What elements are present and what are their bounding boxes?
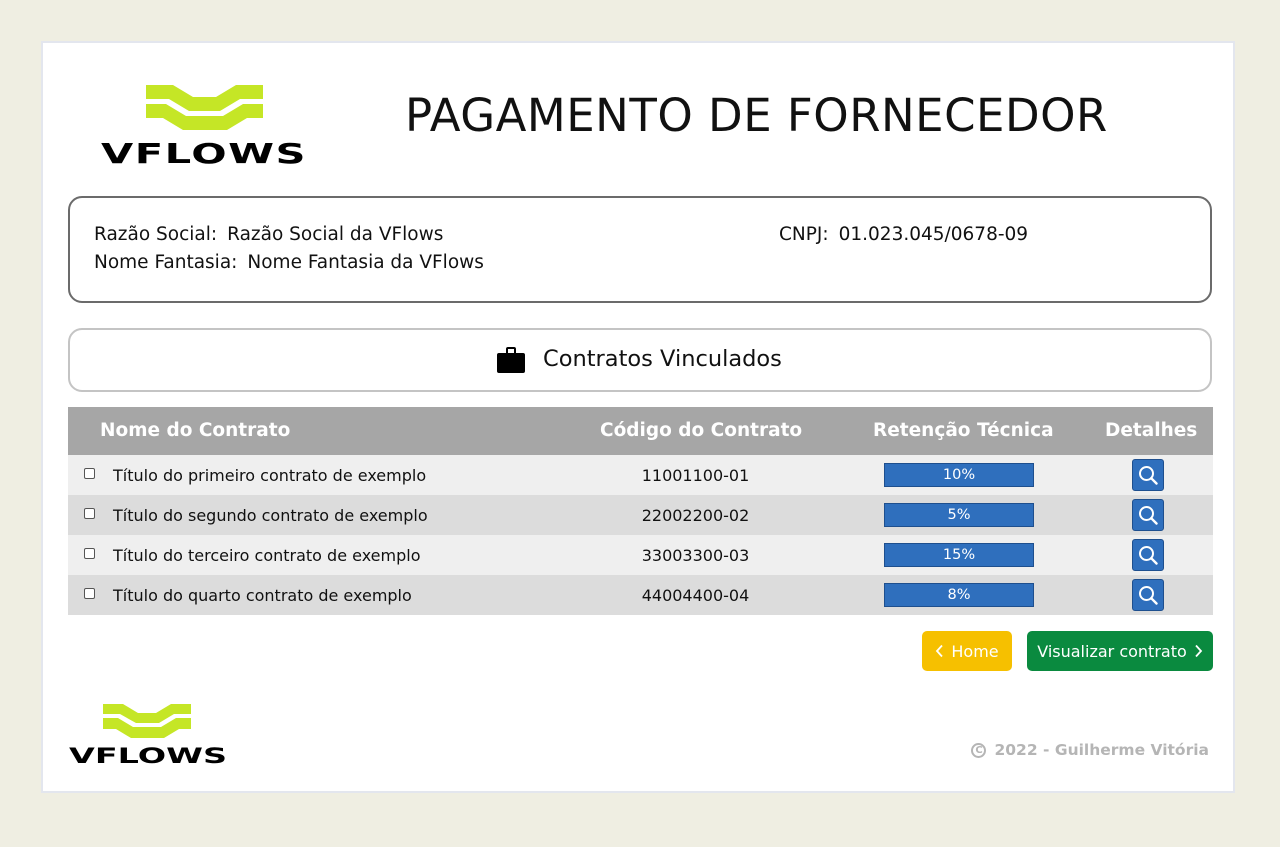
contract-code: 11001100-01 (641, 466, 750, 485)
briefcase-icon (497, 347, 525, 373)
page-title: PAGAMENTO DE FORNECEDOR (405, 89, 1108, 142)
row-checkbox[interactable] (84, 548, 95, 559)
vflows-footer-logo-text: VFLOWS (69, 744, 227, 766)
retention-bar: 8% (884, 583, 1034, 607)
table-row: Título do terceiro contrato de exemplo 3… (68, 535, 1213, 575)
nome-fantasia-field: Nome Fantasia: Nome Fantasia da VFlows (94, 252, 484, 273)
razao-social-label: Razão Social: (94, 224, 218, 245)
contracts-table: Nome do Contrato Código do Contrato Rete… (68, 407, 1213, 615)
details-button[interactable] (1132, 459, 1164, 491)
contract-code: 33003300-03 (641, 546, 750, 565)
visualizar-contrato-button[interactable]: Visualizar contrato (1027, 631, 1213, 671)
retention-bar: 10% (884, 463, 1034, 487)
copyright-text: 2022 - Guilherme Vitória (994, 741, 1209, 759)
copyright: C 2022 - Guilherme Vitória (971, 741, 1209, 759)
table-row: Título do segundo contrato de exemplo 22… (68, 495, 1213, 535)
row-checkbox[interactable] (84, 588, 95, 599)
table-row: Título do quarto contrato de exemplo 440… (68, 575, 1213, 615)
contract-name: Título do segundo contrato de exemplo (113, 506, 428, 525)
razao-social-value: Razão Social da VFlows (227, 224, 444, 245)
copyright-icon: C (971, 742, 987, 758)
search-icon (1139, 546, 1158, 565)
section-title: Contratos Vinculados (543, 346, 782, 372)
vflows-logo-text: VFLOWS (101, 137, 307, 167)
main-card: VFLOWS PAGAMENTO DE FORNECEDOR Razão Soc… (41, 41, 1235, 793)
retention-bar: 15% (884, 543, 1034, 567)
contract-code: 22002200-02 (641, 506, 750, 525)
contract-name: Título do primeiro contrato de exemplo (113, 466, 427, 485)
search-icon (1139, 466, 1158, 485)
cnpj-field: CNPJ: 01.023.045/0678-09 (779, 224, 1028, 245)
contract-name: Título do terceiro contrato de exemplo (113, 546, 421, 565)
column-header-detalhes: Detalhes (1105, 420, 1198, 441)
visualizar-button-label: Visualizar contrato (1037, 641, 1187, 661)
details-button[interactable] (1132, 499, 1164, 531)
contract-code: 44004400-04 (641, 586, 750, 605)
table-header: Nome do Contrato Código do Contrato Rete… (68, 407, 1213, 455)
vflows-footer-logo: VFLOWS (69, 704, 227, 766)
column-header-retencao: Retenção Técnica (873, 420, 1054, 441)
table-row: Título do primeiro contrato de exemplo 1… (68, 455, 1213, 495)
cnpj-value: 01.023.045/0678-09 (838, 224, 1029, 245)
nome-fantasia-label: Nome Fantasia: (94, 252, 238, 273)
razao-social-field: Razão Social: Razão Social da VFlows (94, 224, 443, 245)
row-checkbox[interactable] (84, 508, 95, 519)
cnpj-label: CNPJ: (779, 224, 829, 245)
home-button[interactable]: Home (922, 631, 1012, 671)
chevron-right-icon (1195, 644, 1202, 658)
column-header-codigo: Código do Contrato (600, 420, 803, 441)
column-header-nome: Nome do Contrato (100, 420, 291, 441)
search-icon (1139, 506, 1158, 525)
chevron-left-icon (936, 644, 944, 658)
contract-name: Título do quarto contrato de exemplo (113, 586, 412, 605)
details-button[interactable] (1132, 579, 1164, 611)
details-button[interactable] (1132, 539, 1164, 571)
nome-fantasia-value: Nome Fantasia da VFlows (247, 252, 484, 273)
company-info-box: Razão Social: Razão Social da VFlows Nome… (68, 196, 1212, 303)
vflows-logo: VFLOWS (101, 85, 307, 167)
retention-bar: 5% (884, 503, 1034, 527)
contratos-section-header: Contratos Vinculados (68, 328, 1212, 392)
home-button-label: Home (951, 641, 999, 661)
search-icon (1139, 586, 1158, 605)
row-checkbox[interactable] (84, 468, 95, 479)
